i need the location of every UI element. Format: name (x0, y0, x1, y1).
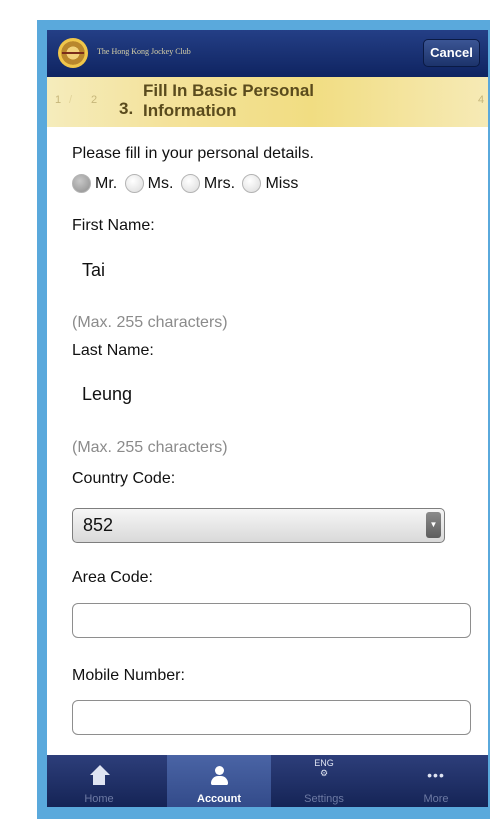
tab-label: Account (197, 793, 241, 805)
last-name-label: Last Name: (72, 342, 154, 359)
cancel-button[interactable]: Cancel (423, 39, 480, 67)
first-name-field[interactable]: Tai (82, 260, 105, 281)
first-name-hint: (Max. 255 characters) (72, 314, 228, 331)
radio-icon (242, 174, 262, 193)
tab-label: Home (84, 793, 114, 805)
mobile-number-field[interactable] (72, 700, 471, 735)
brand-name: The Hong Kong Jockey Club (97, 47, 191, 56)
tab-more[interactable]: ••• More (384, 755, 488, 807)
title-option-mrs[interactable]: Mrs. (180, 174, 236, 193)
app-screen: The Hong Kong Jockey Club Cancel 1 / 2 3… (47, 30, 488, 807)
tab-account[interactable]: Account (167, 755, 271, 807)
country-code-select[interactable]: 852 ▼ (72, 508, 445, 543)
title-label: Ms. (147, 174, 174, 192)
step-divider: / (69, 94, 73, 106)
country-code-value: 852 (83, 515, 114, 535)
step-2: 2 (91, 94, 98, 106)
title-option-ms[interactable]: Ms. (124, 174, 174, 193)
header-bar: The Hong Kong Jockey Club Cancel (47, 30, 488, 77)
current-step-title: Fill In Basic Personal Information (143, 81, 315, 120)
area-code-field[interactable] (72, 603, 471, 638)
tab-label: Settings (304, 793, 344, 805)
more-dots-icon: ••• (427, 767, 445, 783)
bottom-tab-bar: Home Account ENG ⚙ Settings ••• More (47, 755, 488, 807)
last-name-hint: (Max. 255 characters) (72, 439, 228, 456)
radio-selected-icon (72, 174, 91, 193)
title-option-mr[interactable]: Mr. (72, 174, 117, 193)
dropdown-arrow-icon: ▼ (426, 512, 441, 538)
radio-icon (180, 174, 200, 193)
personal-details-form: Please fill in your personal details. Mr… (47, 127, 488, 755)
form-intro: Please fill in your personal details. (72, 145, 314, 162)
title-label: Mrs. (203, 174, 236, 192)
step-progress-bar: 1 / 2 3. Fill In Basic Personal Informat… (47, 77, 488, 127)
step-4: 4 (478, 94, 485, 106)
title-label: Mr. (95, 174, 118, 192)
tab-home[interactable]: Home (47, 755, 151, 807)
tab-settings[interactable]: ENG ⚙ Settings (272, 755, 376, 807)
settings-language-icon: ENG ⚙ (314, 758, 334, 778)
current-step-number: 3. (119, 99, 134, 118)
last-name-field[interactable]: Leung (82, 384, 132, 405)
mobile-number-label: Mobile Number: (72, 667, 185, 684)
home-icon (89, 765, 110, 787)
title-radio-group: Mr. Ms. Mrs. Miss (72, 174, 301, 198)
tab-label: More (423, 793, 449, 805)
first-name-label: First Name: (72, 217, 155, 234)
radio-icon (124, 174, 144, 193)
step-1: 1 (55, 94, 62, 106)
country-code-label: Country Code: (72, 470, 176, 487)
account-icon (209, 765, 229, 787)
area-code-label: Area Code: (72, 569, 153, 586)
title-label: Miss (265, 174, 299, 192)
jockey-club-logo-icon (58, 38, 88, 68)
title-option-miss[interactable]: Miss (242, 174, 298, 193)
